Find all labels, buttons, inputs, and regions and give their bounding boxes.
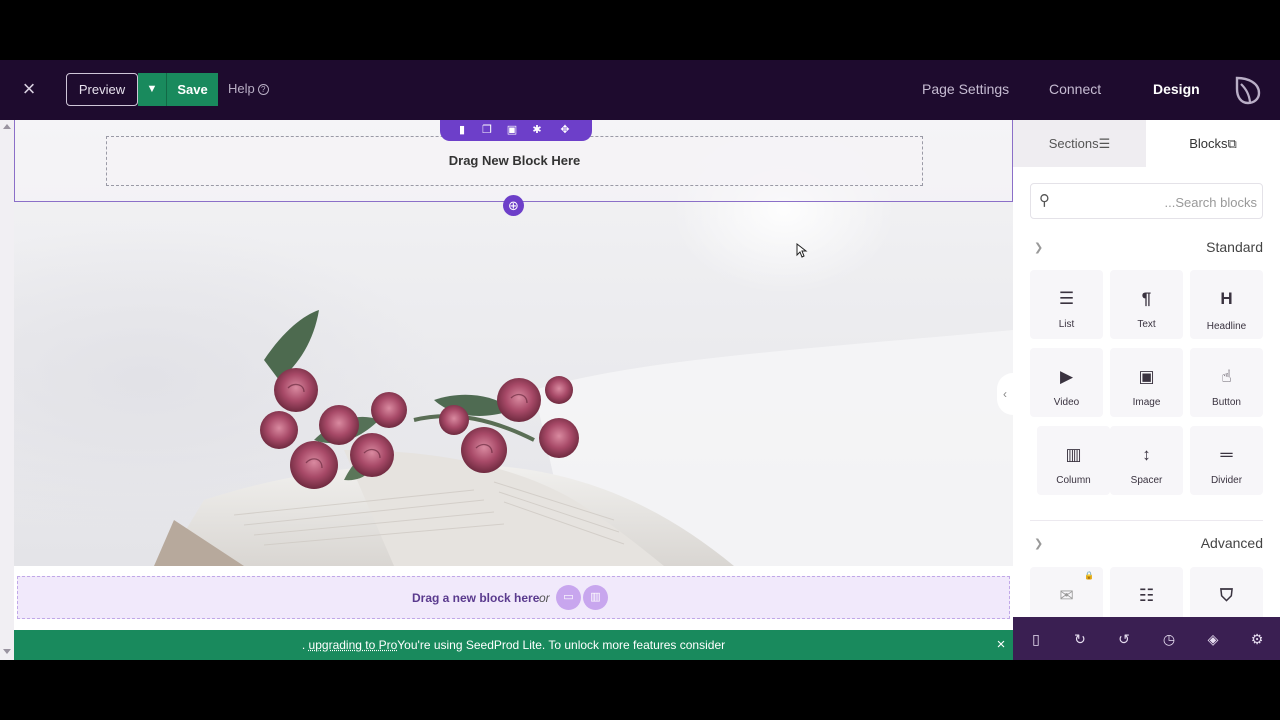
seedprod-logo-icon[interactable] bbox=[1234, 75, 1262, 105]
block-divider[interactable]: ═ Divider bbox=[1190, 426, 1263, 495]
banner-lead: . bbox=[301, 638, 309, 652]
block-list-label: List bbox=[1058, 319, 1075, 330]
save-button[interactable]: Save bbox=[167, 73, 218, 106]
help-link[interactable]: Help? bbox=[228, 81, 269, 96]
blocks-icon: ⧉ bbox=[1227, 136, 1237, 151]
block-form[interactable]: ☷ bbox=[1110, 567, 1183, 617]
block-badge[interactable]: ⛉ bbox=[1190, 567, 1263, 617]
move-icon[interactable]: ✥ bbox=[558, 123, 572, 137]
block-image[interactable]: ▣ Image bbox=[1110, 348, 1183, 417]
collapse-panel-handle[interactable]: ‹ bbox=[997, 373, 1013, 415]
standard-section-title: Standard bbox=[1206, 239, 1263, 255]
paragraph-icon: ¶ bbox=[1141, 289, 1152, 308]
block-video[interactable]: ▶ Video bbox=[1030, 348, 1103, 417]
upgrade-notice-banner: . upgrading to ProYou're using SeedProd … bbox=[14, 630, 1013, 660]
question-circle-icon: ? bbox=[257, 84, 269, 96]
screen: × Preview ▼ Save Help? Page Settings Con… bbox=[0, 0, 1280, 720]
lock-icon: 🔒 bbox=[1084, 571, 1094, 580]
settings-icon[interactable]: ⚙ bbox=[1248, 630, 1266, 648]
columns-icon: ▥ bbox=[1065, 445, 1082, 464]
block-spacer[interactable]: ↕ Spacer bbox=[1110, 426, 1183, 495]
image-icon: ▣ bbox=[1138, 367, 1155, 386]
badge-icon: ⛉ bbox=[1220, 586, 1233, 605]
block-headline[interactable]: H Headline bbox=[1190, 270, 1263, 339]
panel-divider bbox=[1030, 520, 1263, 521]
banner-text: You're using SeedProd Lite. To unlock mo… bbox=[397, 638, 726, 652]
advanced-section-title: Advanced bbox=[1200, 535, 1263, 551]
add-section-template-icon[interactable]: ▭ bbox=[556, 585, 581, 610]
redo-icon[interactable]: ↻ bbox=[1071, 630, 1089, 648]
block-optin-form[interactable]: 🔒 ✉ bbox=[1030, 567, 1103, 617]
advanced-section-header[interactable]: ❯ Advanced bbox=[1030, 535, 1263, 555]
block-video-label: Video bbox=[1053, 397, 1080, 408]
chevron-left-icon: ‹ bbox=[1003, 387, 1007, 401]
pointer-icon: ☝ bbox=[1221, 367, 1232, 386]
caret-down-icon: ▼ bbox=[146, 83, 158, 95]
duplicate-icon[interactable]: ❐ bbox=[480, 123, 494, 137]
upgrade-to-pro-link[interactable]: upgrading to Pro bbox=[309, 638, 398, 652]
builder-topbar: × Preview ▼ Save Help? Page Settings Con… bbox=[0, 60, 1280, 120]
block-spacer-label: Spacer bbox=[1130, 475, 1163, 486]
preview-button[interactable]: Preview bbox=[66, 73, 138, 106]
nav-design[interactable]: Design bbox=[1153, 81, 1200, 97]
block-button[interactable]: ☝ Button bbox=[1190, 348, 1263, 417]
trash-icon[interactable]: ▮ bbox=[455, 123, 469, 137]
block-text[interactable]: ¶ Text bbox=[1110, 270, 1183, 339]
video-icon: ▶ bbox=[1059, 367, 1074, 386]
bottom-toolbar: ▯ ↻ ↺ ◷ ◈ ⚙ bbox=[1013, 617, 1280, 660]
tab-blocks[interactable]: Blocks⧉ bbox=[1146, 120, 1280, 167]
tab-sections[interactable]: Sections☰ bbox=[1013, 120, 1146, 167]
nav-connect[interactable]: Connect bbox=[1049, 81, 1101, 97]
block-image-label: Image bbox=[1132, 397, 1161, 408]
close-icon[interactable]: × bbox=[18, 78, 40, 100]
section-toolbar: ▮ ❐ ▣ ✱ ✥ bbox=[440, 120, 592, 141]
blocks-panel: Sections☰ Blocks⧉ ⚲ ❯ Standard ☰ List ¶ … bbox=[1013, 120, 1280, 617]
tab-blocks-label: Blocks bbox=[1189, 136, 1228, 151]
headline-icon: H bbox=[1220, 289, 1233, 308]
tab-sections-label: Sections bbox=[1048, 136, 1099, 151]
drag-new-block-bottom-zone[interactable]: Drag a new block here or ▭ ▥ bbox=[17, 576, 1010, 619]
form-icon: ☷ bbox=[1138, 586, 1155, 605]
add-columns-icon[interactable]: ▥ bbox=[583, 585, 608, 610]
close-banner-icon[interactable]: × bbox=[993, 630, 1009, 660]
block-column-label: Column bbox=[1056, 475, 1091, 486]
block-list[interactable]: ☰ List bbox=[1030, 270, 1103, 339]
add-section-icon[interactable]: ⊕ bbox=[503, 195, 524, 216]
nav-page-settings[interactable]: Page Settings bbox=[922, 81, 1009, 97]
undo-icon[interactable]: ↺ bbox=[1115, 630, 1133, 648]
chevron-down-icon: ❯ bbox=[1034, 242, 1044, 254]
list-icon: ☰ bbox=[1098, 136, 1111, 151]
save-template-icon[interactable]: ▣ bbox=[505, 123, 519, 137]
settings-icon[interactable]: ✱ bbox=[530, 123, 544, 137]
drag-bottom-or: or bbox=[539, 591, 550, 605]
search-icon: ⚲ bbox=[1039, 192, 1050, 209]
panel-tabs: Sections☰ Blocks⧉ bbox=[1013, 120, 1280, 167]
drag-new-block-zone[interactable]: Drag New Block Here bbox=[106, 136, 923, 186]
block-headline-label: Headline bbox=[1206, 321, 1247, 332]
divider-icon: ═ bbox=[1220, 445, 1233, 464]
help-label: Help bbox=[228, 81, 255, 96]
block-text-label: Text bbox=[1137, 319, 1156, 330]
drag-bottom-label: Drag a new block here bbox=[412, 591, 540, 605]
block-column[interactable]: ▥ Column bbox=[1037, 426, 1110, 495]
layers-icon[interactable]: ◈ bbox=[1204, 630, 1222, 648]
scroll-down-icon[interactable] bbox=[3, 649, 11, 654]
block-divider-label: Divider bbox=[1210, 475, 1243, 486]
mobile-preview-icon[interactable]: ▯ bbox=[1027, 630, 1045, 648]
search-blocks: ⚲ bbox=[1030, 183, 1263, 219]
envelope-icon: ✉ bbox=[1059, 586, 1074, 605]
scroll-up-icon[interactable] bbox=[3, 124, 11, 129]
block-button-label: Button bbox=[1212, 397, 1241, 408]
revision-history-icon[interactable]: ◷ bbox=[1160, 630, 1178, 648]
canvas-scrollbar[interactable] bbox=[0, 120, 14, 660]
save-options-dropdown[interactable]: ▼ bbox=[138, 73, 167, 106]
list-icon: ☰ bbox=[1058, 289, 1075, 308]
chevron-down-icon: ❯ bbox=[1034, 538, 1044, 550]
spacer-icon: ↕ bbox=[1142, 445, 1151, 464]
standard-section-header[interactable]: ❯ Standard bbox=[1030, 239, 1263, 259]
mouse-cursor-icon bbox=[796, 243, 808, 258]
page-canvas: Drag New Block Here ▮ ❐ ▣ ✱ ✥ ⊕ ‹ Drag a… bbox=[0, 120, 1013, 660]
search-blocks-input[interactable] bbox=[1061, 190, 1257, 214]
